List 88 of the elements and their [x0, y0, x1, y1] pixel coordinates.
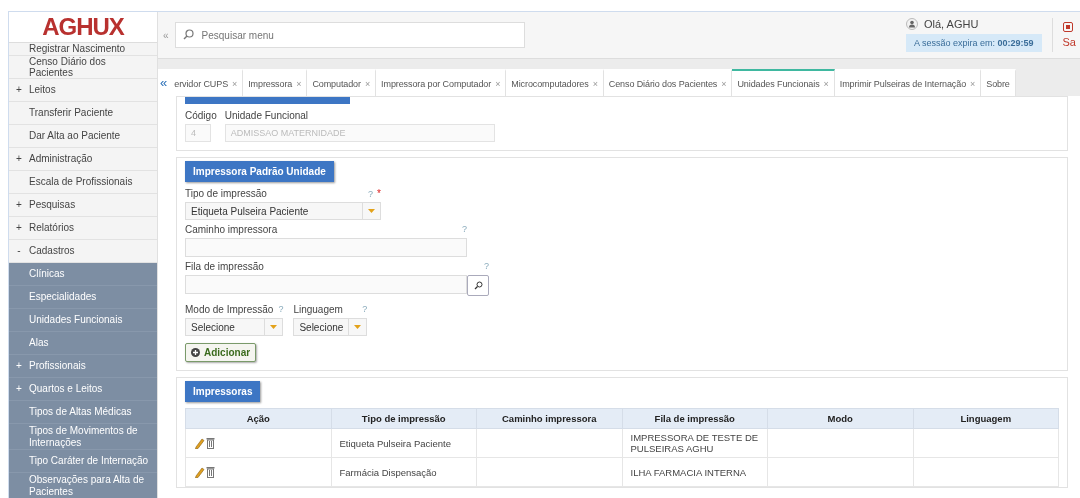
- table-cell: IMPRESSORA DE TESTE DE PULSEIRAS AGHU: [622, 428, 768, 458]
- close-icon[interactable]: ×: [495, 78, 501, 89]
- user-icon: [905, 18, 918, 30]
- close-icon[interactable]: ×: [296, 78, 302, 89]
- help-mark[interactable]: ?: [462, 224, 467, 235]
- field-label: Caminho impressora: [185, 224, 278, 235]
- sidebar-item[interactable]: Clínicas: [9, 263, 157, 286]
- sidebar-item[interactable]: Observações para Alta de Pacientes: [9, 473, 157, 498]
- close-icon[interactable]: ×: [232, 78, 238, 89]
- column-header: Linguagem: [913, 408, 1059, 429]
- user-greeting: Olá, AGHU: [923, 18, 979, 30]
- tab[interactable]: Computador ×: [307, 69, 377, 96]
- search-field[interactable]: Pesquisar menu: [174, 22, 525, 48]
- close-icon[interactable]: ×: [721, 78, 727, 89]
- sidebar-item[interactable]: Escala de Profissionais: [9, 171, 157, 194]
- help-mark[interactable]: ?: [368, 189, 374, 199]
- field-label: Linguagem: [293, 304, 343, 315]
- section-title: Impressoras: [185, 381, 261, 402]
- sidebar-item[interactable]: + Profissionais: [9, 355, 157, 378]
- close-icon[interactable]: ×: [364, 78, 371, 89]
- trash-icon[interactable]: [206, 466, 215, 478]
- table-cell: Etiqueta Pulseira Paciente: [331, 428, 477, 458]
- session-timer: A sessão expira em: 00:29:59: [905, 34, 1042, 52]
- tab[interactable]: Impressora por Computador ×: [376, 69, 507, 96]
- sidebar-item[interactable]: Tipo Caráter de Internação: [9, 450, 157, 473]
- sidebar-item[interactable]: Unidades Funcionais: [9, 309, 157, 332]
- sidebar-item[interactable]: + Administração: [9, 148, 157, 171]
- logout-link[interactable]: Sa: [1062, 36, 1076, 48]
- sidebar-item[interactable]: Registrar Nascimento: [9, 43, 157, 56]
- help-mark[interactable]: ?: [278, 304, 284, 315]
- search-button[interactable]: [467, 275, 489, 296]
- sidebar-item[interactable]: + Pesquisas: [9, 194, 157, 217]
- mode-select[interactable]: Selecione: [185, 318, 284, 336]
- field-label: Código: [185, 110, 217, 121]
- tab[interactable]: Microcomputadores ×: [506, 69, 604, 96]
- sidebar-item[interactable]: Transferir Paciente: [9, 102, 157, 125]
- field-label: Modo de Impressão: [185, 304, 274, 315]
- unit-field: ADMISSAO MATERNIDADE: [224, 124, 495, 142]
- caret-icon: [354, 325, 362, 329]
- pencil-icon[interactable]: [194, 466, 205, 478]
- table-cell: Farmácia Dispensação: [331, 457, 477, 487]
- field-label: Unidade Funcional: [224, 110, 310, 121]
- table-cell: ILHA FARMACIA INTERNA: [622, 457, 768, 487]
- sidebar-item[interactable]: + Relatórios: [9, 217, 157, 240]
- tab[interactable]: Impressora ×: [243, 69, 308, 96]
- print-type-select[interactable]: Etiqueta Pulseira Paciente: [185, 202, 381, 220]
- close-icon[interactable]: ×: [823, 78, 829, 89]
- sidebar-item[interactable]: + Leitos: [9, 79, 157, 102]
- sidebar-item[interactable]: Tipos de Altas Médicas: [9, 401, 157, 424]
- sidebar-item[interactable]: Dar Alta ao Paciente: [9, 125, 157, 148]
- logout-icon[interactable]: [1062, 22, 1073, 32]
- tab-scroll-button[interactable]: «: [158, 69, 170, 96]
- logo: AGHUX: [9, 12, 157, 43]
- caret-icon: [270, 325, 278, 329]
- help-mark[interactable]: ?: [362, 304, 368, 315]
- plus-icon: [191, 348, 200, 357]
- close-icon[interactable]: ×: [970, 78, 976, 89]
- sidebar-item[interactable]: Especialidades: [9, 286, 157, 309]
- field-label: Fila de impressão: [185, 261, 264, 272]
- code-field: 4: [185, 124, 211, 142]
- caret-icon: [368, 209, 375, 213]
- tab[interactable]: Censo Diário dos Pacientes ×: [603, 69, 733, 96]
- close-icon[interactable]: ×: [592, 78, 598, 89]
- column-header: Caminho impressora: [476, 408, 622, 429]
- tab[interactable]: Sobre: [981, 69, 1016, 96]
- collapse-button[interactable]: «: [163, 29, 169, 41]
- queue-input[interactable]: [185, 275, 467, 294]
- pencil-icon[interactable]: [194, 437, 205, 449]
- column-header: Fila de impressão: [622, 408, 768, 429]
- language-select[interactable]: Selecione: [293, 318, 368, 336]
- add-button[interactable]: Adicionar: [185, 343, 257, 362]
- sidebar-item[interactable]: Alas: [9, 332, 157, 355]
- section-title: Impressora Padrão Unidade: [185, 161, 334, 182]
- sidebar-item[interactable]: + Quartos e Leitos: [9, 378, 157, 401]
- column-header: Tipo de impressão: [331, 408, 477, 429]
- tab[interactable]: Imprimir Pulseiras de Internação ×: [834, 69, 982, 96]
- required-mark: *: [377, 188, 381, 199]
- sidebar-item[interactable]: Tipos de Movimentos de Internações: [9, 424, 157, 450]
- column-header: Ação: [185, 408, 331, 429]
- path-input[interactable]: [185, 238, 467, 257]
- tab[interactable]: ervidor CUPS ×: [169, 69, 244, 96]
- field-label: Tipo de impressão: [185, 188, 267, 199]
- sidebar-item[interactable]: Censo Diário dos Pacientes: [9, 56, 157, 79]
- help-mark[interactable]: ?: [484, 261, 489, 272]
- search-icon: [473, 281, 483, 290]
- tab[interactable]: Unidades Funcionais ×: [732, 69, 835, 96]
- column-header: Modo: [767, 408, 913, 429]
- trash-icon[interactable]: [206, 437, 215, 449]
